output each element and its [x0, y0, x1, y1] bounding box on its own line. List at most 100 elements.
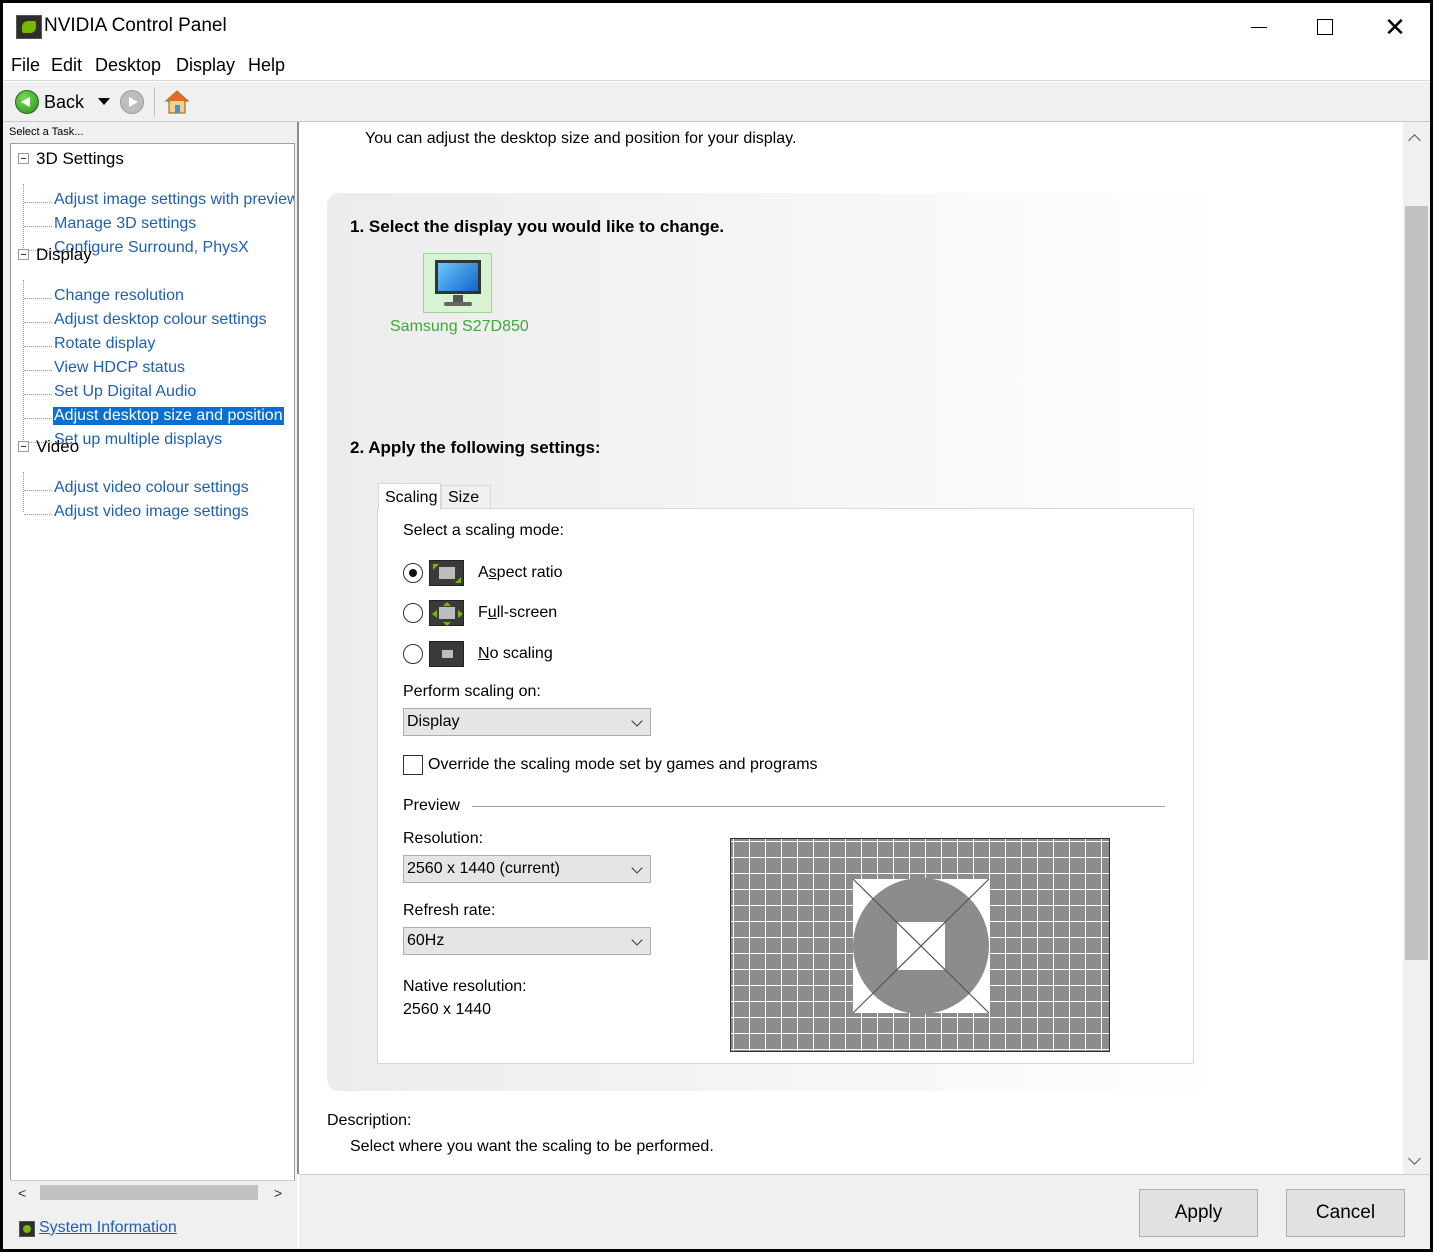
display-name[interactable]: Samsung S27D850 [390, 318, 529, 336]
menu-desktop[interactable]: Desktop [95, 55, 161, 76]
no-scaling-radio[interactable] [403, 644, 423, 664]
menu-help[interactable]: Help [248, 55, 285, 76]
tab-size[interactable]: Size [441, 485, 491, 509]
full-screen-radio[interactable] [403, 603, 423, 623]
forward-arrow-icon[interactable] [120, 90, 144, 114]
scroll-left-icon[interactable]: < [18, 1185, 26, 1201]
window-title: NVIDIA Control Panel [44, 15, 227, 36]
monitor-base [444, 302, 472, 306]
tree-connector [24, 346, 52, 347]
back-button[interactable]: Back [44, 92, 84, 113]
tree-connector [24, 514, 52, 515]
resolution-label: Resolution: [403, 830, 484, 847]
scroll-down-icon[interactable] [1408, 1152, 1421, 1165]
description-label: Description: [327, 1112, 412, 1129]
home-icon[interactable] [164, 89, 190, 115]
back-arrow-icon[interactable] [15, 90, 39, 114]
tree-item-change-resolution[interactable]: Change resolution [53, 287, 185, 305]
toolbar: Back [3, 82, 1430, 122]
resolution-dropdown[interactable]: 2560 x 1440 (current) [403, 855, 651, 883]
tree-item-view-hdcp-status[interactable]: View HDCP status [53, 359, 186, 377]
minimize-button[interactable] [1229, 9, 1289, 45]
scaling-mode-prompt: Select a scaling mode: [403, 522, 564, 539]
collapse-video-icon[interactable] [18, 441, 29, 452]
tree-connector [24, 370, 52, 371]
action-bar: Apply Cancel [299, 1174, 1430, 1249]
chevron-down-icon [631, 862, 643, 874]
override-scaling-checkbox[interactable] [403, 755, 423, 775]
perform-scaling-label: Perform scaling on: [403, 683, 541, 700]
tree-group-video[interactable]: Video [36, 437, 79, 457]
display-selector-samsung[interactable] [423, 253, 492, 313]
tree-group-3d-settings[interactable]: 3D Settings [36, 149, 124, 169]
task-tree: 3D Settings Adjust image settings with p… [10, 143, 295, 1190]
no-scaling-label[interactable]: No scaling [478, 645, 553, 663]
step-1-heading: 1. Select the display you would like to … [350, 217, 725, 236]
aspect-ratio-mnemonic: s [488, 564, 497, 581]
preview-section-label: Preview [403, 797, 460, 814]
close-button[interactable]: ✕ [1365, 9, 1425, 45]
preview-divider [472, 806, 1165, 807]
tab-scaling[interactable]: Scaling [378, 483, 441, 510]
chevron-down-icon [631, 715, 643, 727]
menu-edit[interactable]: Edit [51, 55, 82, 76]
no-scaling-icon [429, 641, 464, 667]
system-information-icon [19, 1221, 35, 1237]
close-icon: ✕ [1384, 12, 1406, 42]
tree-item-adjust-video-image[interactable]: Adjust video image settings [53, 503, 250, 521]
system-information-link[interactable]: System Information [39, 1219, 177, 1237]
no-scaling-mnemonic: N [478, 645, 490, 662]
preview-test-pattern [852, 878, 990, 1014]
full-screen-label[interactable]: Full-screen [478, 604, 557, 622]
content-vertical-scrollbar[interactable] [1403, 122, 1430, 1174]
maximize-button[interactable] [1295, 9, 1355, 45]
full-screen-label-start: F [478, 604, 488, 621]
tree-group-display[interactable]: Display [36, 245, 92, 265]
tree-item-manage-3d-settings[interactable]: Manage 3D settings [53, 215, 197, 233]
override-scaling-label[interactable]: Override the scaling mode set by games a… [428, 756, 818, 774]
aspect-ratio-label[interactable]: Aspect ratio [478, 564, 562, 582]
tree-item-set-up-digital-audio[interactable]: Set Up Digital Audio [53, 383, 197, 401]
title-bar: NVIDIA Control Panel ✕ [3, 3, 1430, 49]
tree-connector [24, 394, 52, 395]
toolbar-separator [154, 87, 155, 117]
menu-display[interactable]: Display [176, 55, 235, 76]
tree-connector [23, 472, 24, 512]
tree-connector [24, 322, 52, 323]
collapse-display-icon[interactable] [18, 249, 29, 260]
perform-scaling-value: Display [407, 713, 460, 730]
menu-file[interactable]: File [11, 55, 40, 76]
no-scaling-label-end: o scaling [489, 645, 553, 662]
tree-item-adjust-desktop-colour[interactable]: Adjust desktop colour settings [53, 311, 268, 329]
step-2-heading: 2. Apply the following settings: [350, 438, 601, 457]
collapse-3d-settings-icon[interactable] [18, 153, 29, 164]
aspect-ratio-radio[interactable] [403, 563, 423, 583]
scaling-preview [730, 838, 1110, 1052]
perform-scaling-dropdown[interactable]: Display [403, 708, 651, 736]
chevron-down-icon [631, 934, 643, 946]
menu-bar: File Edit Desktop Display Help [3, 49, 1430, 81]
aspect-ratio-label-end: pect ratio [496, 564, 563, 581]
scroll-right-icon[interactable]: > [274, 1185, 282, 1201]
tree-item-adjust-desktop-size[interactable]: Adjust desktop size and position [53, 407, 284, 425]
full-screen-mnemonic: u [487, 604, 497, 621]
tree-horizontal-scrollbar[interactable]: < > [10, 1180, 295, 1204]
scroll-up-icon[interactable] [1408, 134, 1421, 147]
apply-button[interactable]: Apply [1139, 1189, 1258, 1237]
refresh-rate-label: Refresh rate: [403, 902, 496, 919]
main-content: You can adjust the desktop size and posi… [299, 122, 1403, 1174]
task-panel-heading: Select a Task... [9, 126, 84, 138]
tree-item-adjust-video-colour[interactable]: Adjust video colour settings [53, 479, 250, 497]
refresh-rate-dropdown[interactable]: 60Hz [403, 927, 651, 955]
scrollbar-thumb[interactable] [40, 1185, 258, 1200]
task-panel: Select a Task... 3D Settings Adjust imag… [3, 122, 297, 1249]
page-intro: You can adjust the desktop size and posi… [365, 130, 797, 147]
tree-connector [24, 202, 52, 203]
dropdown-icon[interactable] [98, 98, 110, 105]
tree-connector [24, 490, 52, 491]
scrollbar-thumb[interactable] [1405, 206, 1428, 960]
nvidia-control-panel-window: NVIDIA Control Panel ✕ File Edit Desktop… [0, 0, 1433, 1252]
cancel-button[interactable]: Cancel [1286, 1189, 1405, 1237]
tree-item-rotate-display[interactable]: Rotate display [53, 335, 156, 353]
tree-item-adjust-image-settings[interactable]: Adjust image settings with preview [53, 191, 294, 209]
